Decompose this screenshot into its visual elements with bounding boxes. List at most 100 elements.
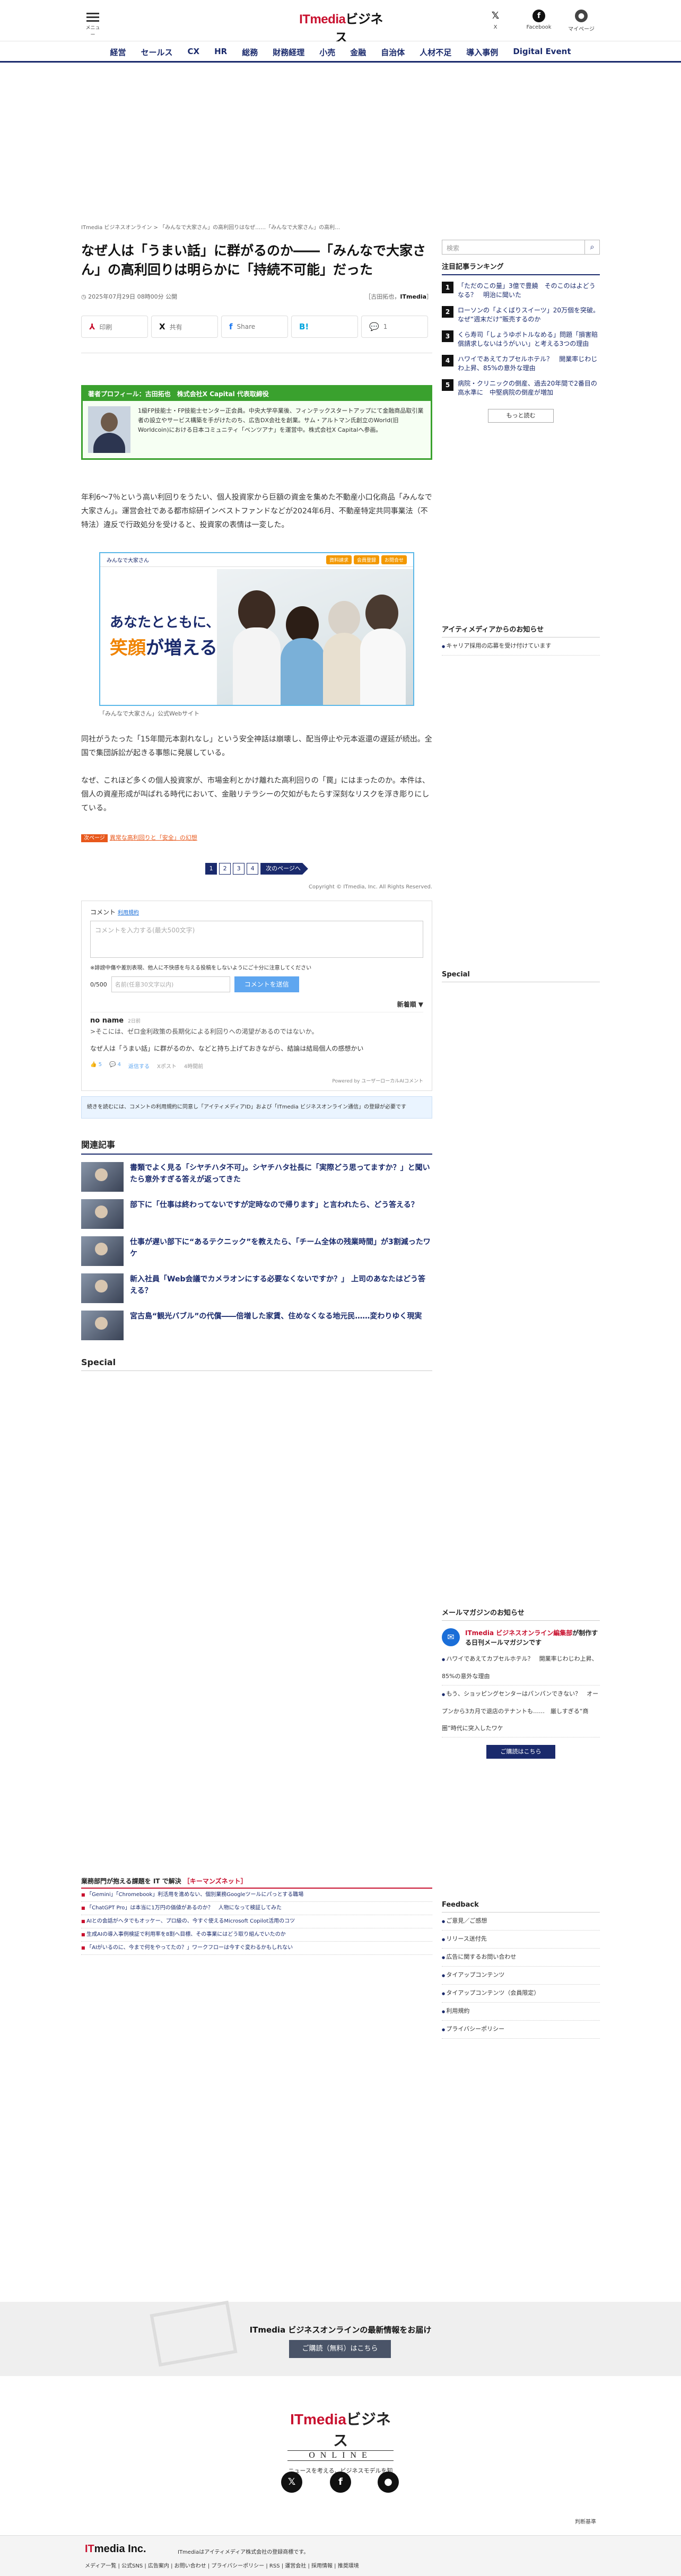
ranking-title[interactable]: ハワイであえてカプセルホテル？ 開業率じわじわ上昇、85%の意外な理由 (458, 355, 600, 373)
powered-by: Powered by ユーザーローカルAIコメント (332, 1079, 423, 1084)
topic-item[interactable]: AIとの会話がヘタでもオッケー、プロ級の、今すぐ使えるMicrosoft Cop… (81, 1915, 432, 1928)
x-link[interactable]: 𝕏 X (479, 10, 511, 30)
share-button[interactable]: X 共有 (151, 316, 218, 338)
ranking-heading: 注目記事ランキング (442, 261, 600, 275)
ranking-title[interactable]: ローソンの「よくばりスイーツ」20万個を突破。なぜ“週末だけ”販売するのか (458, 306, 600, 324)
feedback-link[interactable]: 広告に関するお問い合わせ (442, 1949, 600, 1967)
feedback-link[interactable]: 利用規約 (442, 2003, 600, 2021)
ranking-item[interactable]: 2 ローソンの「よくばりスイーツ」20万個を突破。なぜ“週末だけ”販売するのか (442, 306, 600, 324)
nav-item[interactable]: 自治体 (373, 47, 412, 58)
page-2[interactable]: 2 (219, 863, 231, 875)
page-4[interactable]: 4 (247, 863, 259, 875)
topic-item[interactable]: 「ChatGPT Pro」は本当に1万円の価値があるのか？ 人物になって検証して… (81, 1902, 432, 1915)
feedback-link[interactable]: タイアップコンテンツ（会員限定） (442, 1985, 600, 2003)
reply-button[interactable]: 返信する (128, 1062, 150, 1070)
figure-pill: お問合せ (381, 555, 407, 564)
topic-item[interactable]: 「Gemini」「Chromebook」利活用を進めない、個別業務Googleツ… (81, 1889, 432, 1902)
ranking-item[interactable]: 5 病院・クリニックの倒産、過去20年間で2番目の高水準に 中堅病院の倒産が増加 (442, 379, 600, 397)
corporate-logo[interactable]: ITmedia Inc. (85, 2543, 146, 2555)
topic-item[interactable]: 生成AIの導入事例検証で利用率を8割へ目標、その事業にはどう取り組んでいたのか (81, 1928, 432, 1942)
nav-item[interactable]: 金融 (343, 47, 373, 58)
ranking-title[interactable]: くら寿司「しょうゆボトルなめる」問題「損害賠償請求しないはうがいい」と考える3つ… (458, 330, 600, 348)
site-screenshot-image[interactable]: みんなで大家さん 資料請求 会員登録 お問合せ あなたとともに、 笑顔が増える (99, 552, 414, 706)
user-icon: ● (575, 10, 588, 22)
related-title[interactable]: 仕事が遅い部下に“あるテクニック”を教えたら、「チーム全体の残業時間」が3割減っ… (130, 1236, 432, 1260)
nav-item[interactable]: 経営 (102, 47, 133, 58)
nav-item[interactable]: HR (207, 47, 234, 58)
like-button[interactable]: 👍 5 (90, 1062, 102, 1070)
reply-count: 4 (117, 1062, 121, 1068)
byline: ［古田拓也，ITmedia］ (365, 292, 432, 301)
nav-item[interactable]: CX (180, 47, 207, 58)
feedback-link[interactable]: ご意見／ご感想 (442, 1913, 600, 1931)
band-subscribe-button[interactable]: ご購読（無料）はこちら (289, 2340, 391, 2358)
figure-copy-1: あなたとともに、 (110, 615, 220, 631)
feedback-link[interactable]: リリース送付先 (442, 1931, 600, 1949)
share-button[interactable]: ⅄ 印刷 (81, 316, 148, 338)
menu-button[interactable]: メニュー (85, 11, 101, 38)
nav-item[interactable]: 導入事例 (459, 47, 505, 58)
page-3[interactable]: 3 (233, 863, 245, 875)
related-heading: 関連記事 (81, 1138, 432, 1155)
facebook-link[interactable]: f Facebook (523, 10, 555, 30)
comment-input[interactable]: コメントを入力する(最大500文字) (90, 921, 423, 958)
nav-item[interactable]: 総務 (234, 47, 265, 58)
page-1[interactable]: 1 (205, 863, 217, 875)
footer-x-icon[interactable]: 𝕏 (281, 2472, 302, 2493)
next-page-link[interactable]: 次ページ 異常な高利回りと「安全」の幻想 (81, 833, 432, 842)
name-input[interactable]: 名前(任意30文字以内) (111, 976, 230, 992)
ranking-item[interactable]: 3 くら寿司「しょうゆボトルなめる」問題「損害賠償請求しないはうがいい」と考える3… (442, 330, 600, 348)
nav-item[interactable]: Digital Event (505, 47, 578, 58)
related-item[interactable]: 新入社員「Web会議でカメラオンにする必要なくないですか？」 上司のあなたはどう… (81, 1273, 432, 1303)
ranking-title[interactable]: 「ただのこの量」3億で豊饒 そのこのはよどうなる？ 明治に聞いた (458, 282, 600, 300)
related-title[interactable]: 新入社員「Web会議でカメラオンにする必要なくないですか？」 上司のあなたはどう… (130, 1273, 432, 1297)
share-button[interactable]: B! (291, 316, 358, 338)
newsletter-item[interactable]: もう、ショッピングセンターはパンパンできない？ オープンから3カ月で退店のテナン… (442, 1686, 600, 1737)
nav-item[interactable]: 小売 (312, 47, 343, 58)
footer-facebook-icon[interactable]: f (330, 2472, 351, 2493)
related-thumbnail (81, 1236, 124, 1266)
submit-comment-button[interactable]: コメントを送信 (234, 976, 299, 992)
mypage-label: マイページ (568, 27, 595, 32)
comment-terms-link[interactable]: 利用規約 (118, 910, 139, 916)
notice-item[interactable]: キャリア採用の応募を受け付けています (442, 638, 600, 656)
sort-select[interactable]: 新着順 ▼ (90, 1000, 423, 1009)
related-item[interactable]: 書類でよく見る「シヤチハタ不可」。シヤチハタ社長に「実際どう思ってますか？」と聞… (81, 1162, 432, 1192)
next-page-title: 異常な高利回りと「安全」の幻想 (109, 834, 197, 841)
related-item[interactable]: 宮古島“観光バブル”の代償――倍増した家賃、住めなくなる地元民……変わりゆく現実 (81, 1311, 432, 1340)
x-post-button[interactable]: Xポスト (157, 1062, 177, 1070)
breadcrumb[interactable]: ITmedia ビジネスオンライン > 「みんなで大家さん」の高利回りはなぜ……… (81, 223, 432, 231)
share-button[interactable]: f Share (221, 316, 288, 338)
newsletter-item[interactable]: ハワイであえてカプセルホテル？ 開業率じわじわ上昇、85%の意外な理由 (442, 1651, 600, 1686)
feedback-link[interactable]: タイアップコンテンツ (442, 1967, 600, 1985)
topic-item[interactable]: 「AIがいるのに、今まで何をやってたの？」ワークフローは今すぐ変わるかもしれない (81, 1942, 432, 1955)
footer-user-icon[interactable]: ● (378, 2472, 399, 2493)
related-title[interactable]: 書類でよく見る「シヤチハタ不可」。シヤチハタ社長に「実際どう思ってますか？」と聞… (130, 1162, 432, 1185)
nav-item[interactable]: セールス (134, 47, 180, 58)
nav-item[interactable]: 財務経理 (265, 47, 312, 58)
article-body: 年利6〜7％という高い利回りをうたい、個人投資家から巨額の資金を集めた不動産小口… (81, 491, 432, 815)
footer-links[interactable]: メディア一覧 | 公式SNS | 広告案内 | お問い合わせ | プライバシーポ… (85, 2561, 359, 2569)
figure-brand: みんなで大家さん (107, 558, 149, 564)
more-ranking-button[interactable]: もっと読む (488, 409, 554, 423)
search-icon[interactable]: ⌕ (584, 240, 599, 254)
next-page-button[interactable]: 次のページへ (260, 863, 308, 875)
ranking-item[interactable]: 1 「ただのこの量」3億で豊饒 そのこのはよどうなる？ 明治に聞いた (442, 282, 600, 300)
ranking-item[interactable]: 4 ハワイであえてカプセルホテル？ 開業率じわじわ上昇、85%の意外な理由 (442, 355, 600, 373)
newsletter-subscribe-button[interactable]: ご購読はこちら (486, 1745, 555, 1759)
feedback-link[interactable]: プライバシーポリシー (442, 2021, 600, 2039)
related-item[interactable]: 部下に「仕事は終わってないですが定時なので帰ります」と言われたら、どう答える？ (81, 1199, 432, 1229)
share-button[interactable]: 💬 1 (361, 316, 428, 338)
share-label: 共有 (169, 323, 182, 331)
reply-count-button[interactable]: 💬 4 (109, 1062, 121, 1070)
mypage-link[interactable]: ● マイページ (565, 10, 597, 32)
nav-item[interactable]: 人材不足 (412, 47, 459, 58)
search-box: 検索 ⌕ (442, 240, 600, 255)
byline-author[interactable]: ［古田拓也， (365, 293, 400, 300)
ranking-title[interactable]: 病院・クリニックの倒産、過去20年間で2番目の高水準に 中堅病院の倒産が増加 (458, 379, 600, 397)
related-item[interactable]: 仕事が遅い部下に“あるテクニック”を教えたら、「チーム全体の残業時間」が3割減っ… (81, 1236, 432, 1266)
related-title[interactable]: 部下に「仕事は終わってないですが定時なので帰ります」と言われたら、どう答える？ (130, 1199, 418, 1211)
comment-age: 4時間前 (184, 1064, 204, 1070)
related-title[interactable]: 宮古島“観光バブル”の代償――倍増した家賃、住めなくなる地元民……変わりゆく現実 (130, 1311, 422, 1322)
search-input[interactable]: 検索 (442, 240, 584, 254)
